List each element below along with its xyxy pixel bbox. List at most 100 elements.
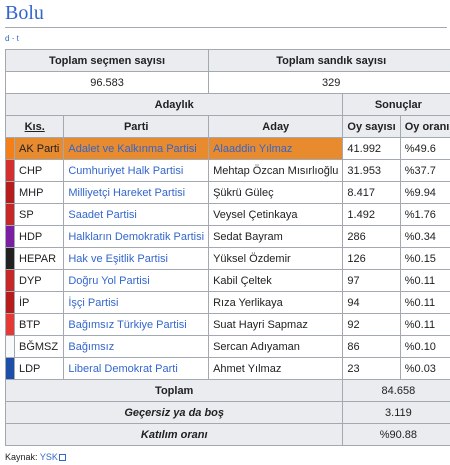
vote-count: 86 xyxy=(342,335,401,358)
party-abbreviation: CHP xyxy=(13,159,65,182)
total-boxes-value: 329 xyxy=(208,71,450,94)
result-row: HEPAR Hak ve Eşitlik Partisi Yüksel Özdemi… xyxy=(5,247,450,270)
party-name-link[interactable]: Doğru Yol Partisi xyxy=(63,269,210,292)
external-link-icon xyxy=(58,454,66,461)
vote-share: %0.34 xyxy=(399,225,450,248)
vote-count: 8.417 xyxy=(342,181,401,204)
candidate-name: Suat Hayri Sapmaz xyxy=(208,313,344,336)
party-color-swatch xyxy=(5,225,15,248)
result-row: BĞMSZ Bağımsız Sercan Adıyaman 86 %0.10 xyxy=(5,335,450,358)
source-link[interactable]: YSK xyxy=(40,452,58,462)
candidate-name: Mehtap Özcan Mısırlıoğlu xyxy=(208,159,344,182)
party-name-link[interactable]: Bağımsız Türkiye Partisi xyxy=(63,313,210,336)
party-abbreviation: MHP xyxy=(13,181,65,204)
party-name-link[interactable]: Liberal Demokrat Parti xyxy=(63,357,210,380)
vote-share: %9.94 xyxy=(399,181,450,204)
result-row: HDP Halkların Demokratik Partisi Sedat Bay… xyxy=(5,225,450,248)
vote-share: %0.11 xyxy=(399,269,450,292)
result-row: İP İşçi Partisi Rıza Yerlikaya 94 %0.11 xyxy=(5,291,450,314)
view-edit-links: d · t xyxy=(5,34,19,43)
vote-share: %0.10 xyxy=(399,335,450,358)
totals-row: Toplam 84.658 xyxy=(4,379,450,402)
totals-row: Geçersiz ya da boş 3.119 xyxy=(4,401,450,424)
totals-value: 3.119 xyxy=(342,401,450,424)
vote-count: 286 xyxy=(342,225,401,248)
party-abbreviation: HEPAR xyxy=(13,247,65,270)
result-row: MHP Milliyetçi Hareket Partisi Şükrü Güleç… xyxy=(5,181,450,204)
party-name-link[interactable]: Bağımsız xyxy=(63,335,210,358)
election-results-table: Toplam seçmen sayısı Toplam sandık sayıs… xyxy=(4,49,450,446)
candidate-name: Şükrü Güleç xyxy=(208,181,344,204)
candidate-name: Ahmet Yılmaz xyxy=(208,357,344,380)
party-color-swatch xyxy=(5,247,15,270)
column-header-row: Kıs. Parti Aday Oy sayısı Oy oranı xyxy=(4,115,450,138)
party-name-link[interactable]: Adalet ve Kalkınma Partisi xyxy=(63,137,210,160)
party-column-header: Parti xyxy=(63,115,210,138)
vote-count: 31.953 xyxy=(342,159,401,182)
view-link[interactable]: d xyxy=(5,34,9,43)
vote-count: 41.992 xyxy=(342,137,401,160)
party-abbreviation: BTP xyxy=(13,313,65,336)
vote-count: 23 xyxy=(342,357,401,380)
party-name-link[interactable]: Saadet Partisi xyxy=(63,203,210,226)
totals-value: %90.88 xyxy=(342,423,450,446)
vote-share: %1.76 xyxy=(399,203,450,226)
vote-share: %49.6 xyxy=(399,137,450,160)
vote-share: %37.7 xyxy=(399,159,450,182)
vote-count: 97 xyxy=(342,269,401,292)
party-color-swatch xyxy=(5,203,15,226)
party-color-swatch xyxy=(5,313,15,336)
totals-value: 84.658 xyxy=(342,379,450,402)
vote-share: %0.11 xyxy=(399,291,450,314)
total-voters-value: 96.583 xyxy=(4,71,210,94)
party-color-swatch xyxy=(5,137,15,160)
talk-link[interactable]: t xyxy=(17,34,19,43)
totals-label: Katılım oranı xyxy=(4,423,344,446)
totals-label: Toplam xyxy=(4,379,344,402)
candidate-name: Yüksel Özdemir xyxy=(208,247,344,270)
party-name-link[interactable]: Milliyetçi Hareket Partisi xyxy=(63,181,210,204)
party-abbreviation: AK Parti xyxy=(13,137,65,160)
party-name-link[interactable]: Hak ve Eşitlik Partisi xyxy=(63,247,210,270)
result-row: CHP Cumhuriyet Halk Partisi Mehtap Özcan M… xyxy=(5,159,450,182)
title-divider xyxy=(5,27,447,28)
votes-column-header: Oy sayısı xyxy=(342,115,401,138)
total-voters-header: Toplam seçmen sayısı xyxy=(4,49,210,72)
candidate-name[interactable]: Alaaddin Yılmaz xyxy=(208,137,344,160)
party-name-link[interactable]: Halkların Demokratik Partisi xyxy=(63,225,210,248)
party-color-swatch xyxy=(5,291,15,314)
party-color-swatch xyxy=(5,269,15,292)
totals-row: Katılım oranı %90.88 xyxy=(4,423,450,446)
vote-share: %0.11 xyxy=(399,313,450,336)
link-separator: · xyxy=(11,34,15,43)
results-header: Sonuçlar xyxy=(342,93,450,116)
party-color-swatch xyxy=(5,335,15,358)
group-header-row: Adaylık Sonuçlar xyxy=(4,93,450,116)
page-title: Bolu xyxy=(5,2,44,24)
result-row: BTP Bağımsız Türkiye Partisi Suat Hayri Sa… xyxy=(5,313,450,336)
total-boxes-header: Toplam sandık sayısı xyxy=(208,49,450,72)
result-row: DYP Doğru Yol Partisi Kabil Çeltek 97 %0.11 xyxy=(5,269,450,292)
source-label: Kaynak: xyxy=(5,452,38,462)
totals-label: Geçersiz ya da boş xyxy=(4,401,344,424)
abbr-column-header[interactable]: Kıs. xyxy=(4,115,65,138)
vote-share: %0.15 xyxy=(399,247,450,270)
result-row: SP Saadet Partisi Veysel Çetinkaya 1.492 %1.… xyxy=(5,203,450,226)
party-abbreviation: BĞMSZ xyxy=(13,335,65,358)
party-abbreviation: LDP xyxy=(13,357,65,380)
result-row: LDP Liberal Demokrat Parti Ahmet Yılmaz 23%… xyxy=(5,357,450,380)
party-name-link[interactable]: Cumhuriyet Halk Partisi xyxy=(63,159,210,182)
candidacy-header: Adaylık xyxy=(4,93,344,116)
candidate-name: Kabil Çeltek xyxy=(208,269,344,292)
vote-count: 92 xyxy=(342,313,401,336)
candidate-column-header: Aday xyxy=(208,115,344,138)
summary-header-row: Toplam seçmen sayısı Toplam sandık sayıs… xyxy=(4,49,450,72)
party-name-link[interactable]: İşçi Partisi xyxy=(63,291,210,314)
candidate-name: Veysel Çetinkaya xyxy=(208,203,344,226)
candidate-name: Sercan Adıyaman xyxy=(208,335,344,358)
party-abbreviation: SP xyxy=(13,203,65,226)
party-abbreviation: İP xyxy=(13,291,65,314)
party-color-swatch xyxy=(5,181,15,204)
party-abbreviation: HDP xyxy=(13,225,65,248)
vote-count: 126 xyxy=(342,247,401,270)
